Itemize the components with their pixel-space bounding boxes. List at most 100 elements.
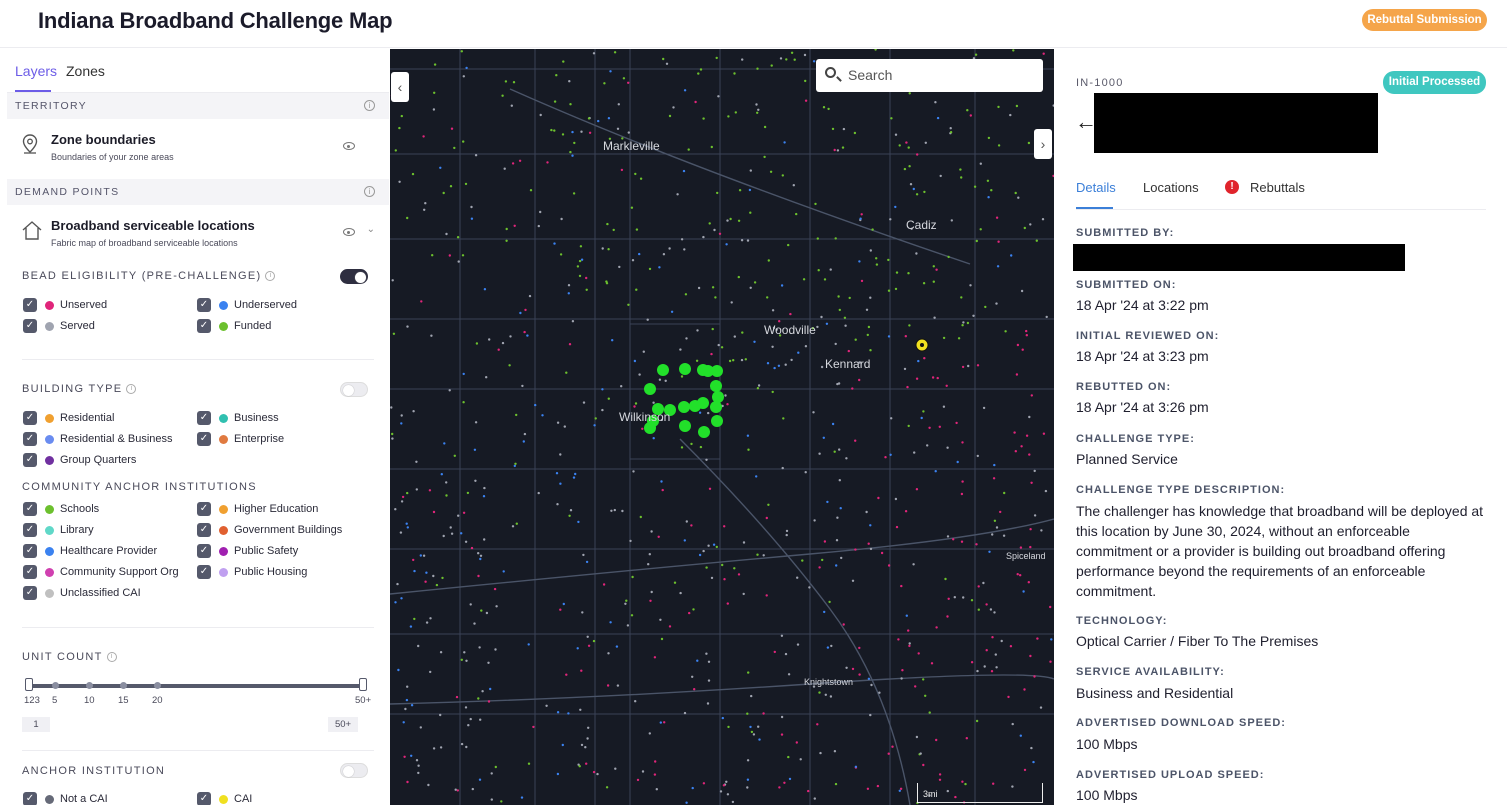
challenge-location-marker[interactable] xyxy=(711,415,723,427)
location-dot xyxy=(757,384,761,387)
zone-boundaries-layer[interactable]: Zone boundaries Boundaries of your zone … xyxy=(7,119,389,177)
legend-dot xyxy=(45,589,54,598)
filter-label: Business xyxy=(234,412,279,424)
rebuttal-submission-button[interactable]: Rebuttal Submission xyxy=(1362,9,1487,31)
location-dot xyxy=(962,321,965,324)
checkbox-checked[interactable]: ✓ xyxy=(23,544,37,558)
info-icon[interactable]: i xyxy=(364,186,375,197)
checkbox-checked[interactable]: ✓ xyxy=(23,565,37,579)
map-search-box[interactable] xyxy=(816,59,1043,92)
location-dot xyxy=(1036,637,1039,640)
unit-count-slider-track[interactable] xyxy=(28,684,362,688)
location-dot xyxy=(908,324,911,327)
bead-eligibility-toggle[interactable] xyxy=(340,269,368,284)
bsl-layer[interactable]: Broadband serviceable locations Fabric m… xyxy=(7,205,389,263)
location-dot xyxy=(630,614,634,617)
location-dot xyxy=(435,583,439,587)
challenge-location-marker[interactable] xyxy=(644,383,656,395)
location-dot xyxy=(707,679,711,682)
chevron-down-icon[interactable]: ⌄ xyxy=(367,224,375,235)
checkbox-checked[interactable]: ✓ xyxy=(23,502,37,516)
map-canvas[interactable]: Markleville Cadiz Woodville Kennard Wilk… xyxy=(390,49,1054,805)
challenge-location-marker[interactable] xyxy=(710,401,722,413)
slider-tick-label: 123 xyxy=(24,695,40,706)
unit-count-min-value[interactable]: 1 xyxy=(22,717,50,732)
location-dot xyxy=(609,70,612,73)
challenge-location-marker[interactable] xyxy=(711,365,723,377)
location-dot xyxy=(880,551,884,555)
location-dot xyxy=(903,367,907,371)
location-dot xyxy=(993,519,997,522)
building-type-toggle[interactable] xyxy=(340,382,368,397)
location-dot xyxy=(406,216,409,220)
unit-count-max-value[interactable]: 50+ xyxy=(328,717,358,732)
challenge-location-marker[interactable] xyxy=(657,364,669,376)
challenge-location-marker[interactable] xyxy=(679,363,691,375)
location-dot xyxy=(797,351,800,354)
checkbox-checked[interactable]: ✓ xyxy=(197,298,211,312)
location-dot xyxy=(553,129,556,132)
checkbox-checked[interactable]: ✓ xyxy=(197,502,211,516)
info-icon[interactable]: i xyxy=(364,100,375,111)
checkbox-checked[interactable]: ✓ xyxy=(197,565,211,579)
collapse-left-panel-button[interactable]: ‹ xyxy=(391,72,409,102)
slider-min-handle[interactable] xyxy=(25,678,33,691)
location-dot xyxy=(993,611,996,614)
checkbox-checked[interactable]: ✓ xyxy=(197,319,211,333)
tab-layers[interactable]: Layers xyxy=(15,63,57,79)
location-dot xyxy=(946,615,949,618)
info-icon[interactable]: i xyxy=(106,652,117,663)
location-dot xyxy=(997,240,1000,243)
location-dot xyxy=(417,644,420,648)
eye-icon[interactable] xyxy=(343,142,355,150)
tab-rebuttals[interactable]: Rebuttals xyxy=(1250,180,1305,195)
checkbox-checked[interactable]: ✓ xyxy=(23,298,37,312)
checkbox-checked[interactable]: ✓ xyxy=(197,523,211,537)
location-dot xyxy=(836,149,840,152)
location-dot xyxy=(1032,760,1035,764)
checkbox-checked[interactable]: ✓ xyxy=(23,792,37,805)
location-dot xyxy=(445,481,448,484)
tab-details[interactable]: Details xyxy=(1076,180,1116,195)
anchor-institution-toggle[interactable] xyxy=(340,763,368,778)
checkbox-checked[interactable]: ✓ xyxy=(197,792,211,805)
checkbox-checked[interactable]: ✓ xyxy=(197,432,211,446)
submitted-by-label: SUBMITTED BY: xyxy=(1076,227,1175,239)
location-dot xyxy=(765,594,768,597)
info-icon[interactable]: i xyxy=(265,271,276,282)
challenge-location-marker[interactable] xyxy=(698,426,710,438)
checkbox-checked[interactable]: ✓ xyxy=(23,411,37,425)
checkbox-checked[interactable]: ✓ xyxy=(23,432,37,446)
checkbox-checked[interactable]: ✓ xyxy=(197,411,211,425)
challenge-location-marker[interactable] xyxy=(710,380,722,392)
checkbox-checked[interactable]: ✓ xyxy=(23,586,37,600)
slider-max-handle[interactable] xyxy=(359,678,367,691)
checkbox-checked[interactable]: ✓ xyxy=(197,544,211,558)
challenge-location-marker[interactable] xyxy=(712,391,724,403)
location-dot xyxy=(415,460,418,463)
map-search-input[interactable] xyxy=(848,64,1033,86)
challenge-location-marker[interactable] xyxy=(678,401,690,413)
location-dot xyxy=(539,113,542,117)
challenge-locations[interactable] xyxy=(644,363,724,438)
location-dot xyxy=(990,670,994,673)
challenge-description-value: The challenger has knowledge that broadb… xyxy=(1076,503,1484,599)
location-dot xyxy=(515,522,518,525)
checkbox-checked[interactable]: ✓ xyxy=(23,523,37,537)
info-icon[interactable]: i xyxy=(126,384,137,395)
challenge-location-marker[interactable] xyxy=(679,420,691,432)
eye-icon[interactable] xyxy=(343,228,355,236)
location-dot xyxy=(532,725,535,729)
location-dot xyxy=(907,272,910,275)
challenge-location-marker[interactable] xyxy=(697,397,709,409)
location-dot xyxy=(1003,491,1006,495)
location-dot xyxy=(581,611,584,614)
location-dot xyxy=(638,252,641,256)
tab-zones[interactable]: Zones xyxy=(66,63,105,79)
location-dot xyxy=(696,659,699,662)
collapse-right-panel-button[interactable]: › xyxy=(1034,129,1052,159)
checkbox-checked[interactable]: ✓ xyxy=(23,319,37,333)
checkbox-checked[interactable]: ✓ xyxy=(23,453,37,467)
map-layer[interactable] xyxy=(390,49,1054,805)
tab-locations[interactable]: Locations xyxy=(1143,180,1199,195)
